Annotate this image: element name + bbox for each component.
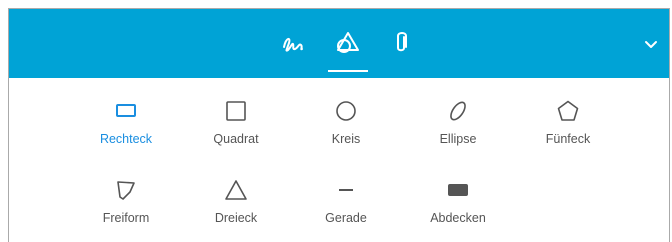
active-tab-indicator: [328, 70, 368, 72]
shape-label: Abdecken: [430, 211, 486, 225]
shape-label: Rechteck: [99, 132, 153, 146]
shape-rectangle[interactable]: Rechteck: [71, 99, 181, 159]
cover-icon: [446, 178, 470, 202]
shape-circle[interactable]: Kreis: [291, 99, 401, 159]
line-icon: [334, 178, 358, 202]
shape-triangle[interactable]: Dreieck: [181, 178, 291, 238]
chevron-down-icon: [645, 41, 657, 48]
shape-label: Quadrat: [213, 132, 259, 146]
shape-cover[interactable]: Abdecken: [403, 178, 513, 238]
freeform-icon: [114, 178, 138, 202]
collapse-button[interactable]: [643, 36, 659, 52]
rectangle-icon: [114, 99, 138, 123]
circle-icon: [334, 99, 358, 123]
shape-label: Gerade: [325, 211, 367, 225]
shape-pentagon[interactable]: Fünfeck: [513, 99, 623, 159]
attach-tab[interactable]: [387, 29, 415, 57]
shape-label: Kreis: [331, 132, 361, 146]
shape-label: Freiform: [102, 211, 150, 225]
shape-label: Fünfeck: [545, 132, 591, 146]
square-icon: [224, 99, 248, 123]
shape-ellipse[interactable]: Ellipse: [403, 99, 513, 159]
shape-line[interactable]: Gerade: [291, 178, 401, 238]
shapes-icon: [337, 32, 359, 53]
paperclip-icon: [397, 32, 407, 52]
ellipse-icon: [446, 99, 470, 123]
freehand-pen-icon: [283, 37, 303, 52]
shapes-tab[interactable]: [334, 29, 362, 57]
pentagon-icon: [556, 99, 580, 123]
shape-square[interactable]: Quadrat: [181, 99, 291, 159]
freehand-tab[interactable]: [279, 29, 307, 57]
triangle-icon: [224, 178, 248, 202]
shape-freeform[interactable]: Freiform: [71, 178, 181, 238]
toolbar: [9, 9, 669, 78]
drawing-tools-panel: Rechteck Quadrat Kreis Ellipse Fünfeck F…: [8, 8, 670, 242]
shape-label: Ellipse: [439, 132, 477, 146]
shape-label: Dreieck: [214, 211, 258, 225]
